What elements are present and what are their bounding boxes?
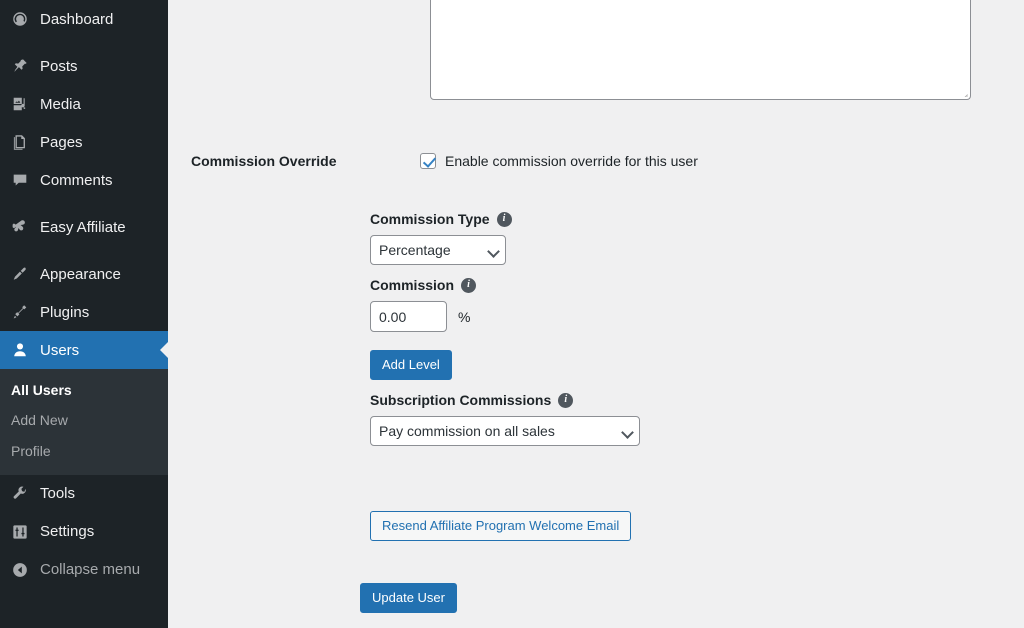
commission-input-row: % xyxy=(370,301,640,332)
commission-type-select[interactable]: Percentage xyxy=(370,235,506,265)
sidebar-item-label: Dashboard xyxy=(40,10,114,28)
main-content: Commission Override Enable commission ov… xyxy=(168,0,1024,628)
subscription-commissions-select-wrap[interactable]: Pay commission on all sales xyxy=(370,416,640,446)
sidebar-separator xyxy=(0,246,168,255)
add-level-row: Add Level xyxy=(370,350,640,380)
commission-override-label: Commission Override xyxy=(191,153,337,169)
tools-icon xyxy=(7,484,33,504)
sidebar-separator xyxy=(0,199,168,208)
sidebar-item-label: Posts xyxy=(40,57,78,75)
commission-label-text: Commission xyxy=(370,277,455,293)
sidebar-item-label: Easy Affiliate xyxy=(40,218,126,236)
users-icon xyxy=(7,340,33,360)
info-icon[interactable]: i xyxy=(496,211,512,227)
submenu-item-add-new[interactable]: Add New xyxy=(0,405,168,435)
sidebar-item-appearance[interactable]: Appearance xyxy=(0,255,168,293)
sidebar-item-label: Collapse menu xyxy=(40,561,141,579)
info-icon[interactable]: i xyxy=(461,277,477,293)
collapse-icon xyxy=(7,560,33,580)
sidebar-item-comments[interactable]: Comments xyxy=(0,161,168,199)
sidebar-item-easy-affiliate[interactable]: Easy Affiliate xyxy=(0,208,168,246)
resize-grip-icon[interactable] xyxy=(957,86,968,97)
resend-email-row: Resend Affiliate Program Welcome Email xyxy=(370,511,632,541)
info-icon[interactable]: i xyxy=(558,392,574,408)
appearance-icon xyxy=(7,264,33,284)
checkbox-box[interactable] xyxy=(420,153,436,169)
sidebar-item-label: Media xyxy=(40,95,81,113)
subscription-commissions-label: Subscription Commissions i xyxy=(370,390,640,410)
sidebar-item-tools[interactable]: Tools xyxy=(0,475,168,513)
sidebar-item-label: Pages xyxy=(40,133,83,151)
pages-icon xyxy=(7,132,33,152)
sidebar-item-users[interactable]: Users xyxy=(0,331,168,369)
plugins-icon xyxy=(7,302,33,322)
submenu-item-all-users[interactable]: All Users xyxy=(0,375,168,405)
subscription-commissions-select[interactable]: Pay commission on all sales xyxy=(370,416,640,446)
sidebar-item-label: Appearance xyxy=(40,265,121,283)
commission-type-select-wrap[interactable]: Percentage xyxy=(370,235,506,265)
sidebar-item-media[interactable]: Media xyxy=(0,85,168,123)
update-user-row: Update User xyxy=(360,583,457,613)
sidebar-item-label: Tools xyxy=(40,485,76,503)
wordpress-admin-screen: Dashboard Posts Media Pages Comments Eas… xyxy=(0,0,1024,628)
commission-unit: % xyxy=(458,308,471,325)
sidebar-submenu-users: All Users Add New Profile xyxy=(0,369,168,475)
pin-icon xyxy=(7,56,33,76)
sidebar-item-plugins[interactable]: Plugins xyxy=(0,293,168,331)
commission-input[interactable] xyxy=(370,301,447,332)
sidebar-item-posts[interactable]: Posts xyxy=(0,47,168,85)
sidebar-item-label: Plugins xyxy=(40,303,90,321)
submenu-item-profile[interactable]: Profile xyxy=(0,436,168,466)
checkbox-label: Enable commission override for this user xyxy=(445,153,698,169)
sidebar-item-collapse-menu[interactable]: Collapse menu xyxy=(0,551,168,589)
sidebar-item-label: Users xyxy=(40,341,80,359)
update-user-button[interactable]: Update User xyxy=(360,583,457,613)
settings-icon xyxy=(7,522,33,542)
dashboard-icon xyxy=(7,9,33,29)
sidebar-item-label: Settings xyxy=(40,523,95,541)
comments-icon xyxy=(7,170,33,190)
commission-label: Commission i xyxy=(370,275,640,295)
media-icon xyxy=(7,94,33,114)
sidebar-item-pages[interactable]: Pages xyxy=(0,123,168,161)
commission-type-label: Commission Type i xyxy=(370,209,640,229)
add-level-button[interactable]: Add Level xyxy=(370,350,452,380)
commission-fields: Commission Type i Percentage Commission … xyxy=(370,209,640,446)
easy-affiliate-icon xyxy=(7,217,33,237)
commission-override-row: Commission Override Enable commission ov… xyxy=(168,150,1024,172)
sidebar-item-dashboard[interactable]: Dashboard xyxy=(0,0,168,38)
subscription-commissions-label-text: Subscription Commissions xyxy=(370,392,552,408)
commission-type-label-text: Commission Type xyxy=(370,211,490,227)
sidebar-item-settings[interactable]: Settings xyxy=(0,513,168,551)
resend-welcome-email-button[interactable]: Resend Affiliate Program Welcome Email xyxy=(370,511,632,541)
sidebar-item-label: Comments xyxy=(40,171,113,189)
sidebar-separator xyxy=(0,38,168,47)
admin-sidebar: Dashboard Posts Media Pages Comments Eas… xyxy=(0,0,168,628)
enable-commission-override-checkbox[interactable]: Enable commission override for this user xyxy=(420,150,698,172)
biographical-info-textarea[interactable] xyxy=(430,0,971,100)
